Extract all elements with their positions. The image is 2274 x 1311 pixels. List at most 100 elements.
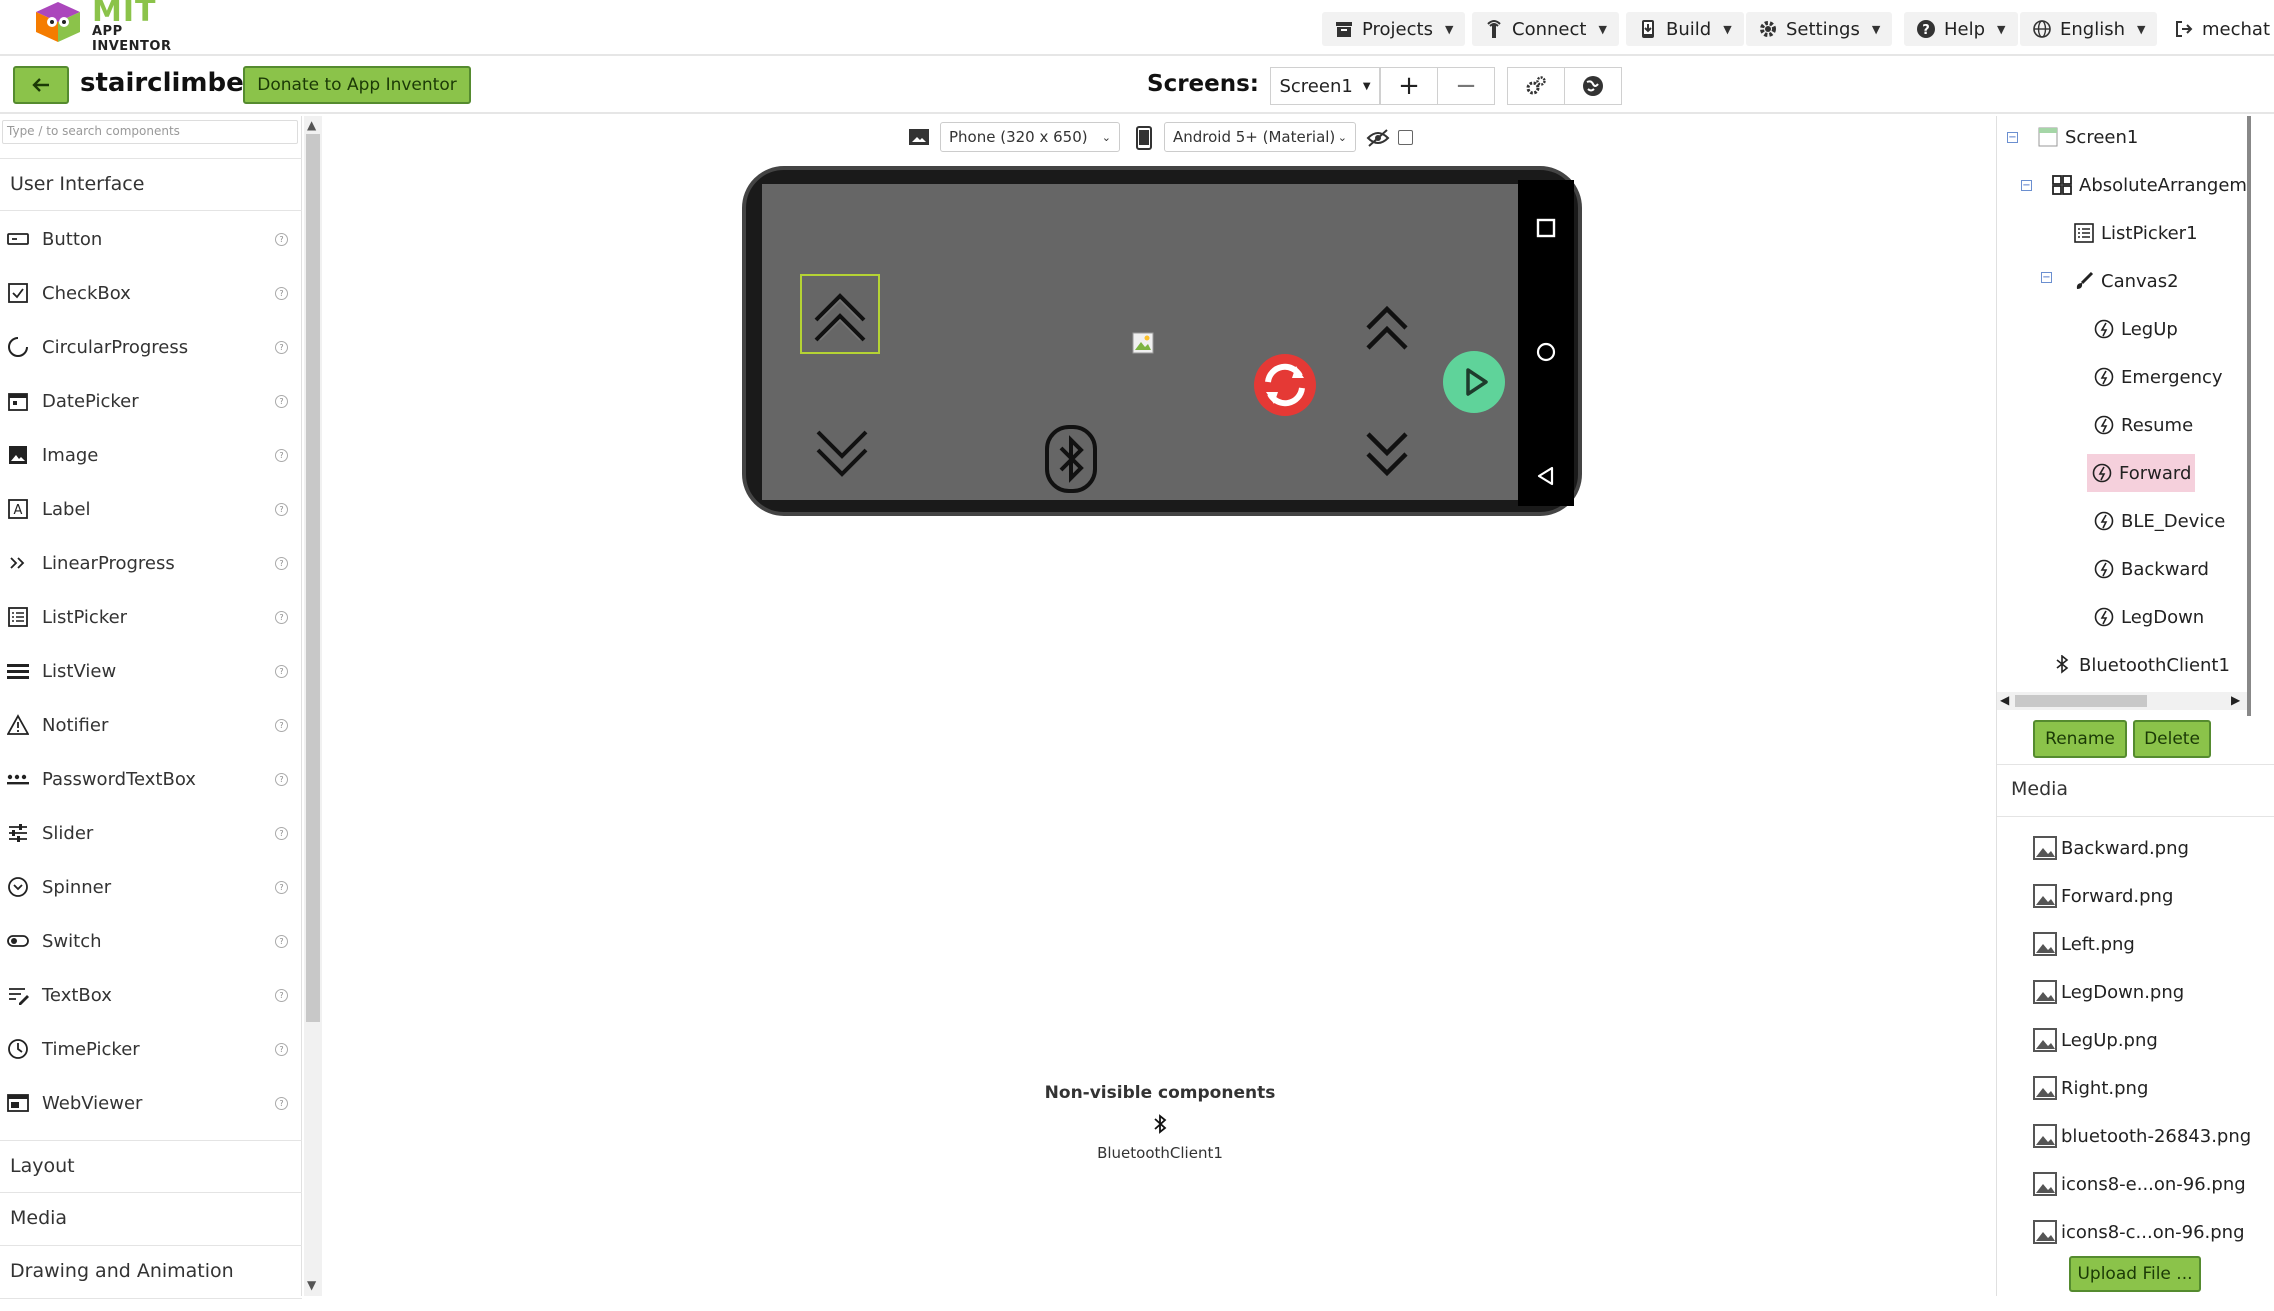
palette-category-user-interface[interactable]: User Interface [0,158,302,211]
palette-item-spinner[interactable]: Spinner? [0,860,302,914]
donate-button[interactable]: Donate to App Inventor [243,66,471,104]
palette-category-drawing-animation[interactable]: Drawing and Animation [0,1246,302,1299]
settings-menu[interactable]: Settings ▼ [1746,12,1893,46]
app-inventor-logo[interactable]: MIT APP INVENTOR [30,0,200,54]
sprite-backward[interactable] [1362,428,1412,478]
back-button[interactable] [13,66,69,104]
tree-node-legdown[interactable]: LegDown [2093,606,2204,628]
help-icon[interactable]: ? [275,772,288,786]
device-size-select[interactable]: Phone (320 x 650) ⌄ [940,122,1120,152]
rename-button[interactable]: Rename [2033,720,2127,758]
collapse-toggle[interactable]: − [2021,180,2032,191]
account-menu[interactable]: mechat [2162,12,2274,46]
media-file[interactable]: Forward.png [2033,884,2173,908]
palette-item-slider[interactable]: Slider? [0,806,302,860]
help-icon[interactable]: ? [275,664,288,678]
listpicker1[interactable] [1132,332,1154,354]
palette-item-notifier[interactable]: Notifier? [0,698,302,752]
media-file[interactable]: Left.png [2033,932,2135,956]
palette-item-datepicker[interactable]: DatePicker? [0,374,302,428]
build-menu[interactable]: Build ▼ [1626,12,1744,46]
media-file[interactable]: icons8-c...on-96.png [2033,1220,2245,1244]
help-icon[interactable]: ? [275,1042,288,1056]
scroll-left-icon[interactable]: ◀ [2000,693,2009,707]
tree-node-canvas2[interactable]: Canvas2 [2073,270,2179,292]
media-file[interactable]: LegUp.png [2033,1028,2158,1052]
palette-item-passwordtextbox[interactable]: PasswordTextBox? [0,752,302,806]
tree-node-absolutearrangement[interactable]: AbsoluteArrangem [2051,174,2247,196]
palette-scrollbar-thumb[interactable] [306,134,320,1022]
theme-select[interactable]: Android 5+ (Material) ⌄ [1164,122,1356,152]
media-file[interactable]: Right.png [2033,1076,2148,1100]
sprite-resume[interactable] [1442,350,1506,414]
bluetooth-icon[interactable] [1152,1114,1168,1134]
scroll-right-icon[interactable]: ▶ [2231,693,2240,707]
scroll-down-icon[interactable]: ▼ [307,1278,316,1292]
tree-node-bluetoothclient1[interactable]: BluetoothClient1 [2051,654,2230,676]
help-icon[interactable]: ? [275,934,288,948]
help-icon[interactable]: ? [275,826,288,840]
tree-node-forward[interactable]: Forward [2087,454,2196,492]
palette-scrollbar[interactable]: ▲ ▼ [304,116,322,1296]
help-icon[interactable]: ? [275,232,288,246]
tree-node-emergency[interactable]: Emergency [2093,366,2223,388]
publish-button[interactable] [1564,67,1622,105]
collapse-toggle[interactable]: − [2007,132,2018,143]
remove-screen-button[interactable]: − [1437,67,1495,105]
palette-item-switch[interactable]: Switch? [0,914,302,968]
help-icon[interactable]: ? [275,502,288,516]
media-file[interactable]: icons8-e...on-96.png [2033,1172,2246,1196]
palette-item-textbox[interactable]: TextBox? [0,968,302,1022]
add-screen-button[interactable]: + [1380,67,1438,105]
palette-item-image[interactable]: Image? [0,428,302,482]
palette-item-label-component[interactable]: A Label? [0,482,302,536]
palette-item-linearprogress[interactable]: LinearProgress? [0,536,302,590]
media-file[interactable]: Backward.png [2033,836,2189,860]
tree-vertical-scrollbar[interactable] [2247,116,2251,716]
palette-item-listpicker[interactable]: ListPicker? [0,590,302,644]
tree-node-ble-device[interactable]: BLE_Device [2093,510,2225,532]
collapse-toggle[interactable]: − [2041,272,2052,283]
tree-scrollbar-thumb[interactable] [2015,695,2147,707]
help-icon[interactable]: ? [275,448,288,462]
help-icon[interactable]: ? [275,880,288,894]
screen-select[interactable]: Screen1 ▼ [1270,67,1380,105]
sprite-ble-device[interactable] [1044,424,1098,494]
palette-category-media[interactable]: Media [0,1193,302,1246]
help-icon[interactable]: ? [275,394,288,408]
delete-button[interactable]: Delete [2133,720,2211,758]
show-hidden-checkbox[interactable] [1398,130,1413,145]
projects-menu[interactable]: Projects ▼ [1322,12,1466,46]
non-visible-component-label[interactable]: BluetoothClient1 [324,1144,1996,1162]
palette-item-button[interactable]: Button? [0,212,302,266]
sprite-emergency[interactable] [1252,352,1318,418]
connect-menu[interactable]: Connect ▼ [1472,12,1619,46]
help-menu[interactable]: ? Help ▼ [1904,12,2018,46]
help-icon[interactable]: ? [275,988,288,1002]
palette-category-layout[interactable]: Layout [0,1140,302,1193]
tree-node-screen1[interactable]: Screen1 [2037,126,2138,148]
project-properties-button[interactable] [1507,67,1565,105]
help-icon[interactable]: ? [275,286,288,300]
tree-node-legup[interactable]: LegUp [2093,318,2178,340]
language-menu[interactable]: English ▼ [2020,12,2158,46]
palette-item-webviewer[interactable]: WebViewer? [0,1076,302,1130]
help-icon[interactable]: ? [275,556,288,570]
sprite-legup[interactable] [800,274,880,354]
upload-file-button[interactable]: Upload File ... [2069,1256,2201,1292]
palette-item-listview[interactable]: ListView? [0,644,302,698]
tree-node-listpicker1[interactable]: ListPicker1 [2073,222,2198,244]
canvas2[interactable] [762,184,1518,500]
help-icon[interactable]: ? [275,1096,288,1110]
palette-item-circularprogress[interactable]: CircularProgress? [0,320,302,374]
scroll-up-icon[interactable]: ▲ [307,118,316,132]
palette-item-timepicker[interactable]: TimePicker? [0,1022,302,1076]
tree-horizontal-scrollbar[interactable]: ◀ ▶ [1997,692,2247,710]
sprite-legdown[interactable] [812,424,872,484]
tree-node-resume[interactable]: Resume [2093,414,2193,436]
tree-node-backward[interactable]: Backward [2093,558,2209,580]
palette-search-input[interactable]: Type / to search components [2,120,298,144]
help-icon[interactable]: ? [275,610,288,624]
help-icon[interactable]: ? [275,718,288,732]
media-file[interactable]: bluetooth-26843.png [2033,1124,2251,1148]
